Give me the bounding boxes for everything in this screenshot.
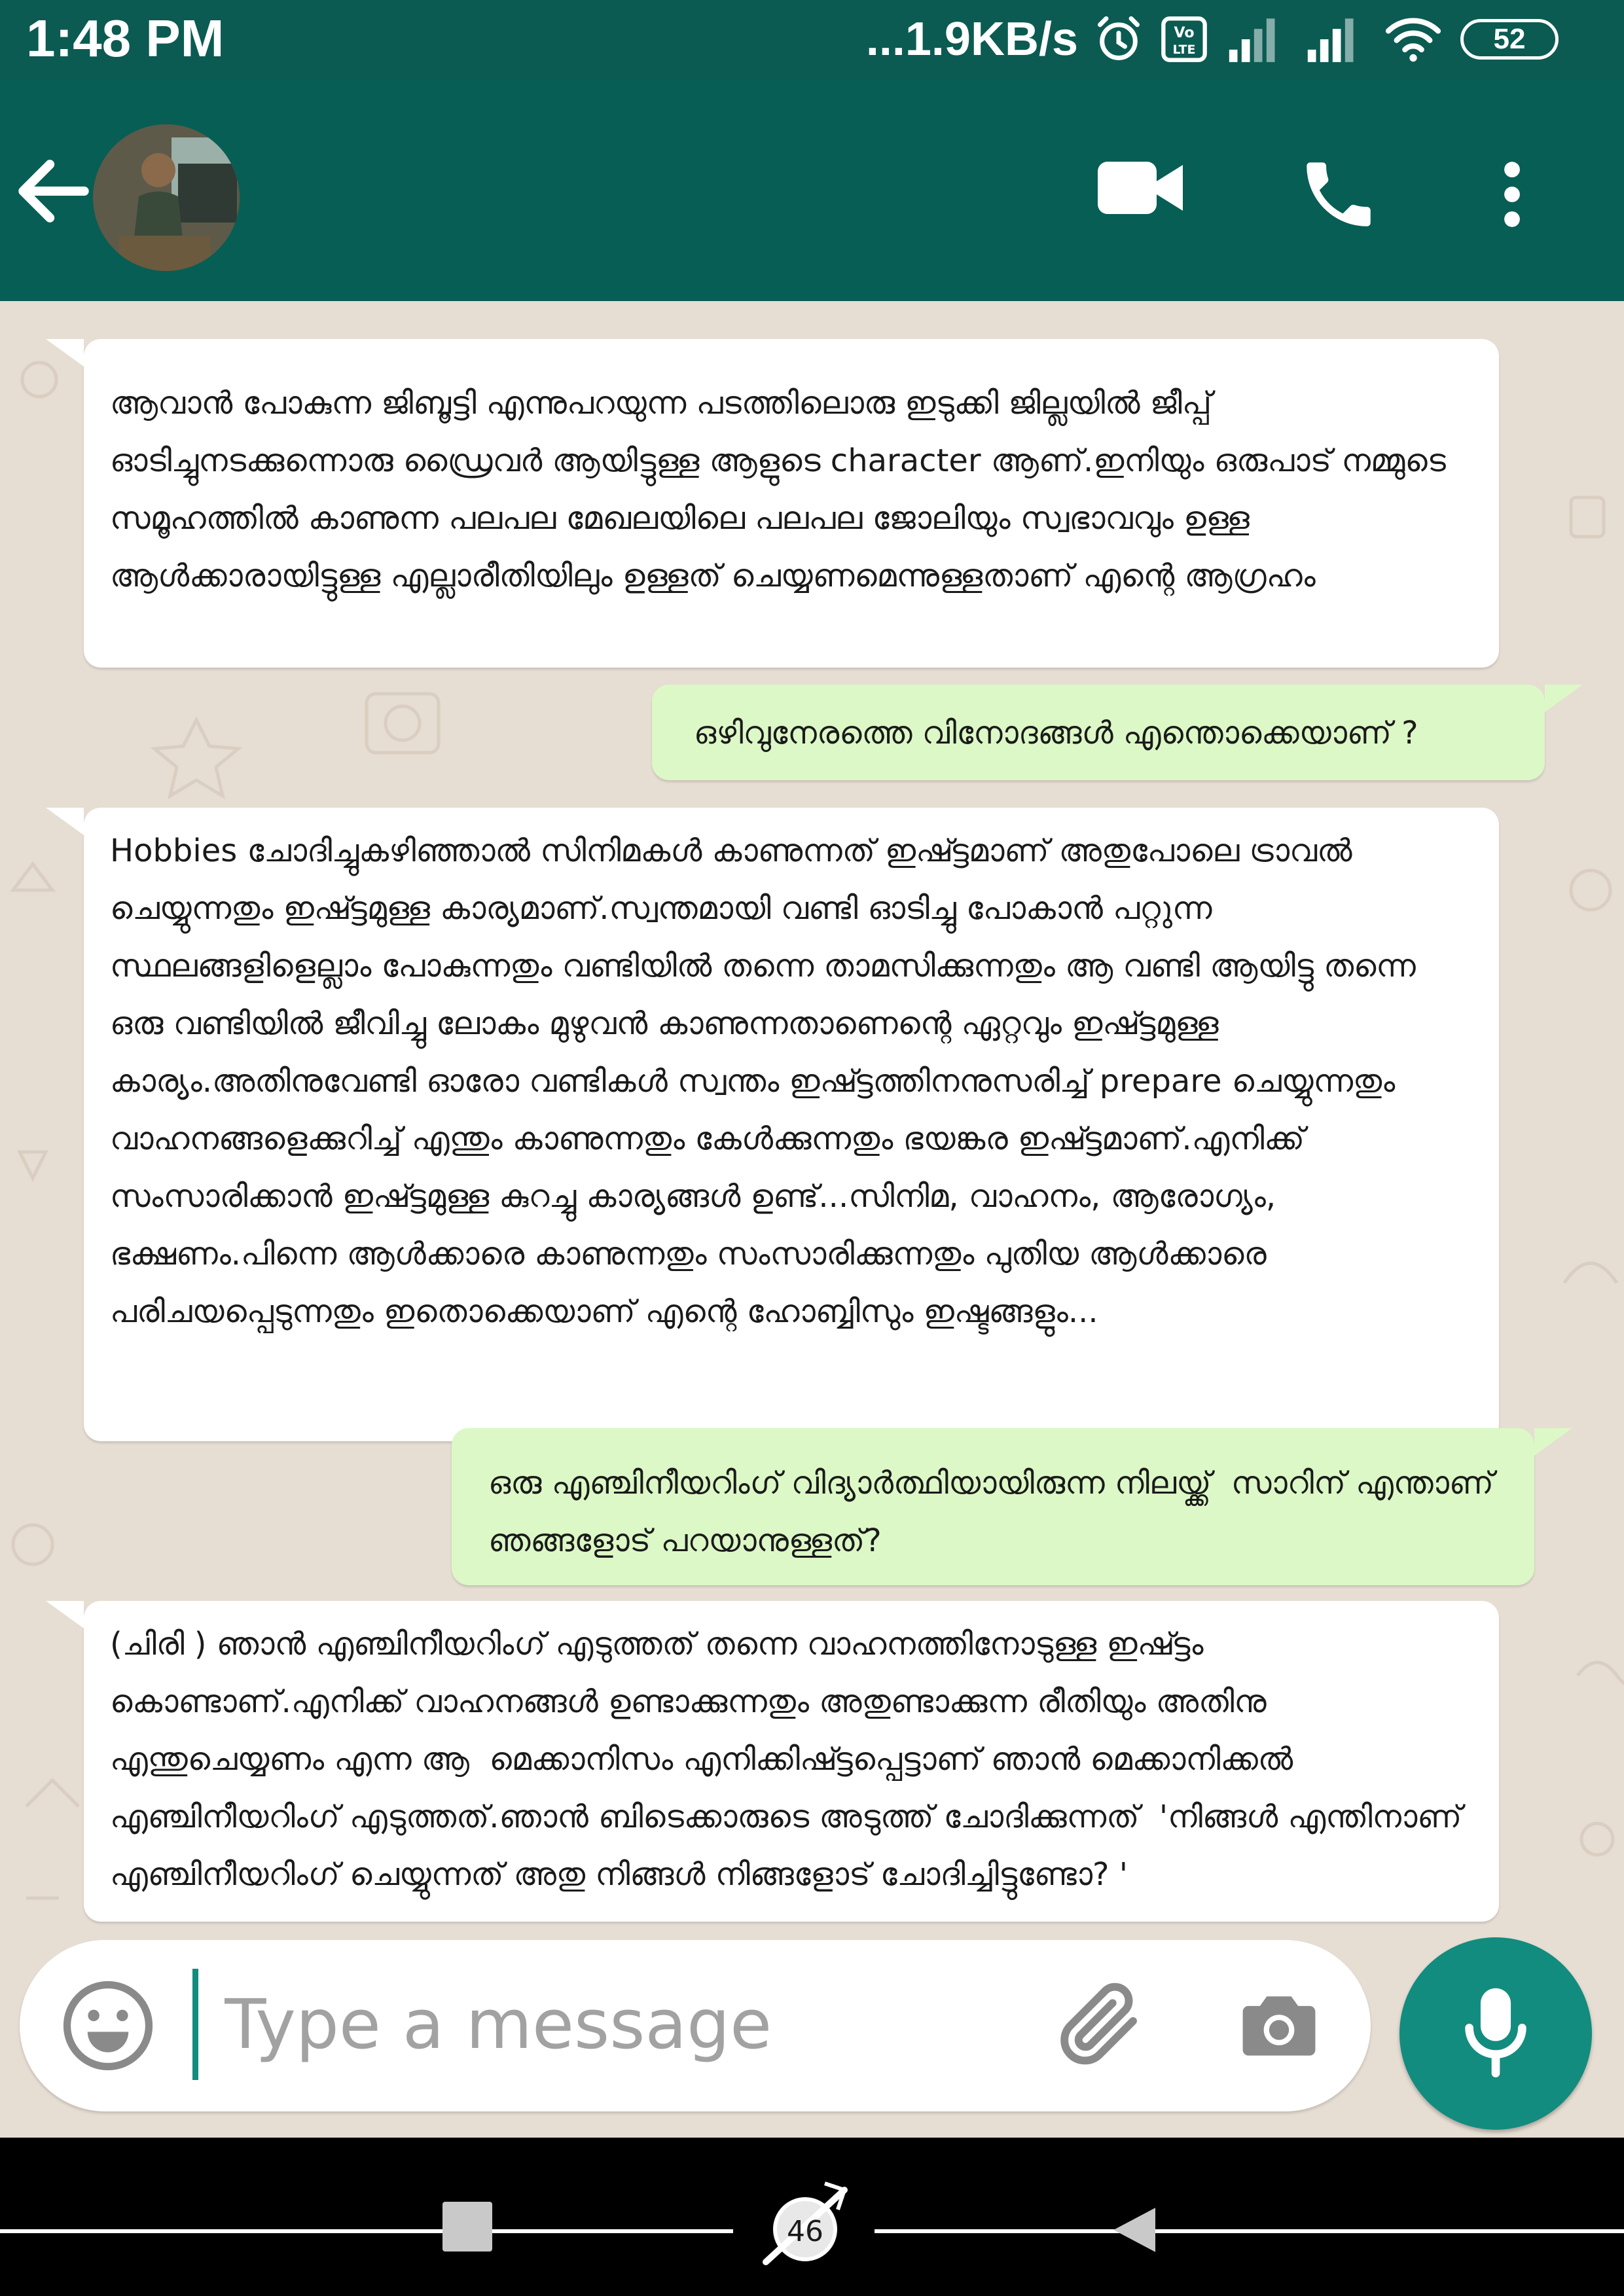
message-outgoing[interactable]: ഒരു എഞ്ചിനീയറിംഗ് വിദ്യാർത്ഥിയായിരുന്ന ന… [452, 1428, 1572, 1585]
network-speed: ...1.9KB/s [865, 13, 1078, 65]
back-triangle-icon [1113, 2208, 1155, 2252]
camera-button[interactable] [1233, 1979, 1325, 2071]
divider-line [875, 2229, 1624, 2233]
back-button[interactable] [8, 145, 99, 237]
bubble-tail [46, 808, 84, 835]
status-bar: 1:48 PM ...1.9KB/s Vo LTE 52 [0, 0, 1624, 80]
wifi-icon [1382, 14, 1445, 64]
system-nav-bar: 46 [0, 2138, 1624, 2296]
message-outgoing[interactable]: ഒഴിവുനേരത്തെ വിനോദങ്ങൾ എന്തൊക്കെയാണ് ? [652, 685, 1583, 780]
back-arrow-icon [18, 160, 89, 223]
avatar[interactable] [93, 124, 240, 271]
chat-header [0, 80, 1624, 301]
message-incoming[interactable]: ആവാൻ പോകുന്ന ജിബൂട്ടി എന്നുപറയുന്ന പടത്ത… [46, 339, 1499, 668]
bubble-tail [46, 1601, 84, 1628]
voice-message-button[interactable] [1399, 1937, 1592, 2130]
message-text: ആവാൻ പോകുന്ന ജിബൂട്ടി എന്നുപറയുന്ന പടത്ത… [110, 385, 1456, 594]
bubble-tail [1545, 685, 1583, 712]
more-options-button[interactable] [1486, 152, 1538, 237]
video-call-icon [1098, 162, 1183, 214]
microphone-icon [1465, 1988, 1526, 2077]
bubble-tail [1534, 1428, 1572, 1456]
divider-line [0, 2229, 733, 2233]
compose-bar [0, 1937, 1624, 2138]
phone-icon [1307, 162, 1371, 226]
battery-icon: 52 [1460, 19, 1559, 60]
alarm-icon [1094, 14, 1144, 64]
bubble-tail [46, 339, 84, 367]
emoji-button[interactable] [59, 1977, 157, 2075]
attach-button[interactable] [1051, 1974, 1149, 2072]
signal-icon [1225, 14, 1288, 64]
nav-back-button[interactable] [1106, 2200, 1165, 2259]
signal-icon [1303, 14, 1366, 64]
camera-icon [1242, 1996, 1316, 2056]
message-incoming[interactable]: (ചിരി ) ഞാൻ എഞ്ചിനീയറിംഗ് എടുത്തത് തന്നെ… [46, 1601, 1499, 1922]
message-box [20, 1940, 1371, 2111]
message-text: ഒഴിവുനേരത്തെ വിനോദങ്ങൾ എന്തൊക്കെയാണ് ? [694, 715, 1418, 751]
svg-text:Vo: Vo [1174, 24, 1194, 41]
recents-button[interactable] [442, 2202, 492, 2251]
avatar-image [93, 124, 240, 271]
volte-icon: Vo LTE [1159, 14, 1209, 64]
message-input[interactable] [192, 1969, 1030, 2080]
message-text: ഒരു എഞ്ചിനീയറിംഗ് വിദ്യാർത്ഥിയായിരുന്ന ന… [488, 1465, 1504, 1559]
message-incoming[interactable]: Hobbies ചോദിച്ചുകഴിഞ്ഞാൽ സിനിമകൾ കാണുന്ന… [46, 808, 1499, 1441]
video-call-button[interactable] [1094, 152, 1186, 224]
message-text: (ചിരി ) ഞാൻ എഞ്ചിനീയറിംഗ് എടുത്തത് തന്നെ… [110, 1626, 1472, 1893]
page-number: 46 [787, 2215, 823, 2248]
status-icons: ...1.9KB/s Vo LTE 52 [866, 7, 1559, 72]
more-vertical-icon [1504, 162, 1520, 227]
paperclip-icon [1060, 1982, 1137, 2065]
message-text: Hobbies ചോദിച്ചുകഴിഞ്ഞാൽ സിനിമകൾ കാണുന്ന… [110, 833, 1426, 1330]
chat-messages[interactable]: ആവാൻ പോകുന്ന ജിബൂട്ടി എന്നുപറയുന്ന പടത്ത… [0, 301, 1624, 1937]
emoji-icon [63, 1981, 153, 2071]
status-time: 1:48 PM [26, 9, 225, 67]
voice-call-button[interactable] [1296, 152, 1381, 237]
svg-text:LTE: LTE [1173, 43, 1196, 57]
